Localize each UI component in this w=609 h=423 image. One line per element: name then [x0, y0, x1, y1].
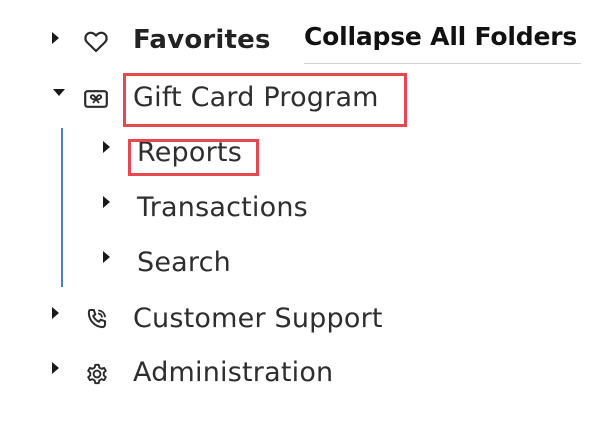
tree-item-label: Favorites — [133, 25, 271, 55]
caret-right-icon[interactable] — [103, 141, 110, 153]
caret-right-icon[interactable] — [103, 196, 110, 208]
caret-right-icon[interactable] — [52, 362, 59, 374]
caret-right-icon[interactable] — [103, 251, 110, 263]
tree-item-label: Search — [137, 247, 231, 278]
tree-item-label: Customer Support — [133, 303, 383, 334]
tree-item-label: Transactions — [137, 192, 308, 223]
collapse-all-folders-button[interactable]: Collapse All Folders — [304, 22, 577, 51]
gift-card-icon — [84, 90, 108, 108]
highlight-box-reports — [128, 139, 259, 176]
highlight-box-gift-card-program — [123, 73, 407, 127]
tree-item-label: Administration — [133, 357, 334, 388]
caret-down-icon[interactable] — [53, 89, 65, 96]
caret-right-icon[interactable] — [52, 32, 59, 44]
caret-right-icon[interactable] — [52, 307, 59, 319]
gear-icon — [87, 363, 107, 385]
phone-icon — [87, 309, 106, 329]
header-divider — [304, 63, 581, 64]
tree-guide-line — [61, 128, 63, 287]
heart-icon — [84, 31, 108, 53]
